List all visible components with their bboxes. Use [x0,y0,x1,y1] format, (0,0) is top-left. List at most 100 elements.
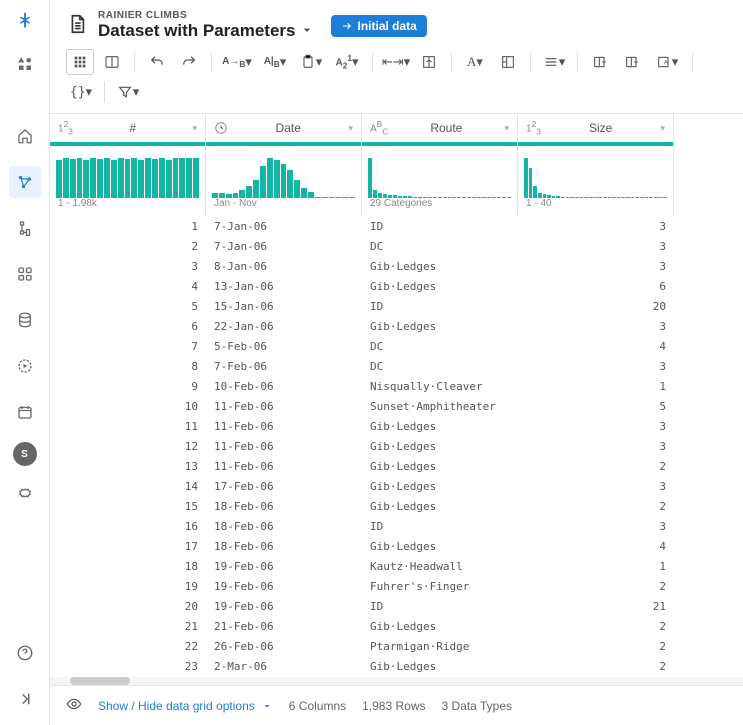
cell-index: 6 [50,316,206,336]
column-header[interactable]: Date ▾ Jan - Nov [206,114,362,216]
cell-index: 12 [50,436,206,456]
cell-route: Gib·Ledges [362,276,518,296]
cell-index: 3 [50,256,206,276]
cell-size: 5 [518,396,674,416]
table-row[interactable]: 17 18-Feb-06 Gib·Ledges 4 [50,536,674,556]
initial-data-button[interactable]: Initial data [331,15,426,37]
table-row[interactable]: 14 17-Feb-06 Gib·Ledges 3 [50,476,674,496]
table-row[interactable]: 10 11-Feb-06 Sunset·Amphitheater 5 [50,396,674,416]
code-button[interactable]: {}▾ [66,79,96,105]
horizontal-scrollbar[interactable] [50,677,743,685]
column-histogram [50,146,205,198]
table-row[interactable]: 9 10-Feb-06 Nisqually·Cleaver 1 [50,376,674,396]
table-row[interactable]: 5 15-Jan-06 ID 20 [50,296,674,316]
nav-shapes-icon[interactable] [9,48,41,80]
split-view-button[interactable] [98,49,126,75]
table-row[interactable]: 11 11-Feb-06 Gib·Ledges 3 [50,416,674,436]
nav-collapse-icon[interactable] [9,683,41,715]
row-ops-button[interactable]: ▾ [539,49,569,75]
nav-graph-icon[interactable] [9,166,41,198]
toggle-options-link[interactable]: Show / Hide data grid options [98,699,273,713]
user-avatar[interactable]: S [13,442,37,466]
breadcrumb[interactable]: RAINIER CLIMBS [98,10,315,21]
nav-database-icon[interactable] [9,304,41,336]
sort-icon[interactable]: ▾ [660,123,665,134]
sort-icon[interactable]: ▾ [504,123,509,134]
table-row[interactable]: 20 19-Feb-06 ID 21 [50,596,674,616]
cell-index: 22 [50,636,206,656]
column-header[interactable]: ABC Route ▾ 29 Categories [362,114,518,216]
cell-size: 4 [518,536,674,556]
col-type-button[interactable]: A▾ [650,49,684,75]
table-row[interactable]: 6 22-Jan-06 Gib·Ledges 3 [50,316,674,336]
cell-date: 22-Jan-06 [206,316,362,336]
text-style-button[interactable]: A▾ [460,49,490,75]
filter-button[interactable]: ▾ [113,79,143,105]
table-row[interactable]: 15 18-Feb-06 Gib·Ledges 2 [50,496,674,516]
grid-view-button[interactable] [66,49,94,75]
insert-col-button[interactable] [415,49,443,75]
expand-h-button[interactable]: ⇤⇥▾ [381,49,411,75]
table-row[interactable]: 18 19-Feb-06 Kautz·Headwall 1 [50,556,674,576]
cell-size: 3 [518,356,674,376]
cell-index: 23 [50,656,206,676]
cell-route: Gib·Ledges [362,456,518,476]
cell-index: 19 [50,576,206,596]
table-row[interactable]: 1 7-Jan-06 ID 3 [50,216,674,236]
replace-button[interactable]: A→B▾ [220,49,254,75]
table-row[interactable]: 23 2-Mar-06 Gib·Ledges 2 [50,656,674,676]
cell-route: Fuhrer's·Finger [362,576,518,596]
column-replace-button[interactable]: A|B▾ [258,49,292,75]
table-row[interactable]: 19 19-Feb-06 Fuhrer's·Finger 2 [50,576,674,596]
cell-date: 7-Jan-06 [206,216,362,236]
nav-flow-icon[interactable] [9,212,41,244]
table-row[interactable]: 12 11-Feb-06 Gib·Ledges 3 [50,436,674,456]
sort-icon[interactable]: ▾ [348,123,353,134]
column-header[interactable]: 123 Size ▾ 1 - 40 [518,114,674,216]
table-row[interactable]: 21 21-Feb-06 Gib·Ledges 2 [50,616,674,636]
left-sidebar: S [0,0,50,725]
cell-route: Nisqually·Cleaver [362,376,518,396]
layout-button[interactable] [494,49,522,75]
cell-date: 11-Feb-06 [206,456,362,476]
cell-date: 11-Feb-06 [206,436,362,456]
redo-button[interactable] [175,49,203,75]
chevron-down-icon[interactable] [299,22,315,41]
undo-button[interactable] [143,49,171,75]
table-row[interactable]: 3 8-Jan-06 Gib·Ledges 3 [50,256,674,276]
cell-route: Gib·Ledges [362,476,518,496]
nav-apps-icon[interactable] [9,258,41,290]
nav-play-icon[interactable] [9,350,41,382]
data-grid[interactable]: 123 # ▾ 1 - 1.98k Date ▾ Jan - Nov ABC R… [50,114,743,677]
cell-date: 19-Feb-06 [206,596,362,616]
cell-date: 18-Feb-06 [206,536,362,556]
cell-route: Ptarmigan·Ridge [362,636,518,656]
cell-route: Gib·Ledges [362,616,518,636]
cell-date: 19-Feb-06 [206,556,362,576]
table-row[interactable]: 7 5-Feb-06 DC 4 [50,336,674,356]
cell-index: 9 [50,376,206,396]
col-remove-button[interactable] [618,49,646,75]
nav-settings-icon[interactable] [9,480,41,512]
nav-home-icon[interactable] [9,120,41,152]
column-range: Jan - Nov [206,198,361,216]
cell-size: 1 [518,556,674,576]
col-add-button[interactable] [586,49,614,75]
nav-help-icon[interactable] [9,637,41,669]
cell-size: 2 [518,616,674,636]
table-row[interactable]: 4 13-Jan-06 Gib·Ledges 6 [50,276,674,296]
clipboard-button[interactable]: ▾ [296,49,326,75]
header: RAINIER CLIMBS Dataset with Parameters I… [50,0,743,49]
table-row[interactable]: 16 18-Feb-06 ID 3 [50,516,674,536]
cell-size: 3 [518,416,674,436]
table-row[interactable]: 22 26-Feb-06 Ptarmigan·Ridge 2 [50,636,674,656]
sort-button[interactable]: A21▾ [330,49,364,75]
sort-icon[interactable]: ▾ [192,123,197,134]
nav-calendar-icon[interactable] [9,396,41,428]
table-row[interactable]: 8 7-Feb-06 DC 3 [50,356,674,376]
column-header[interactable]: 123 # ▾ 1 - 1.98k [50,114,206,216]
cell-route: Gib·Ledges [362,536,518,556]
cell-route: ID [362,296,518,316]
table-row[interactable]: 2 7-Jan-06 DC 3 [50,236,674,256]
table-row[interactable]: 13 11-Feb-06 Gib·Ledges 2 [50,456,674,476]
